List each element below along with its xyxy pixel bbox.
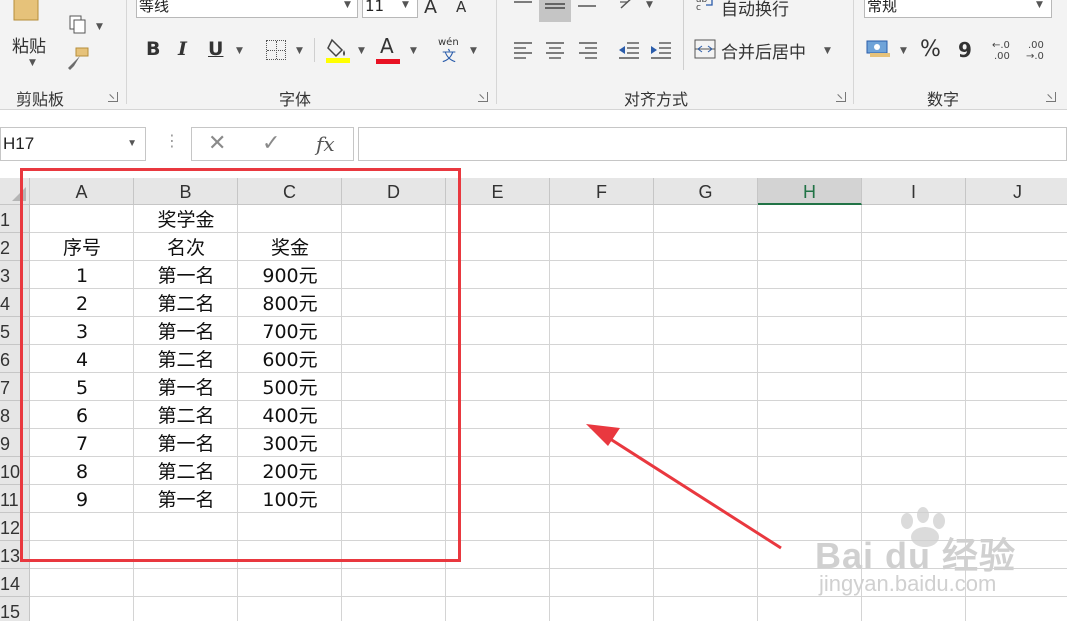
align-top-icon[interactable] — [512, 0, 534, 12]
clipboard-launcher-icon[interactable] — [108, 92, 118, 102]
paste-dropdown-icon[interactable]: ▼ — [29, 58, 36, 68]
shrink-font-button[interactable]: A — [456, 0, 466, 16]
accounting-dropdown-icon[interactable]: ▼ — [900, 46, 907, 56]
watermark-url: jingyan.baidu.com — [819, 571, 997, 596]
percent-button[interactable]: % — [920, 37, 941, 62]
name-box-dropdown-icon[interactable]: ▼ — [127, 128, 137, 160]
name-box[interactable]: H17 ▼ — [0, 127, 146, 161]
merge-center-button[interactable]: 合并后居中 — [721, 38, 806, 63]
gridline — [549, 205, 550, 621]
increase-decimal-icon[interactable]: ←.0.00 — [990, 38, 1018, 62]
decrease-indent-icon[interactable] — [617, 40, 641, 60]
phonetic-dropdown-icon[interactable]: ▼ — [470, 46, 477, 56]
row-header-15[interactable]: 15 — [0, 597, 30, 621]
column-header-g[interactable]: G — [654, 178, 758, 205]
font-color-dropdown-icon[interactable]: ▼ — [410, 46, 417, 56]
font-launcher-icon[interactable] — [478, 92, 488, 102]
font-name-select[interactable]: 等线 — [136, 0, 358, 18]
separator — [314, 38, 315, 62]
clipboard-group-label: 剪贴板 — [16, 90, 65, 109]
orientation-icon[interactable] — [618, 0, 640, 12]
watermark: Bai du 经验 jingyan.baidu.com — [815, 505, 1015, 605]
separator — [683, 0, 684, 70]
orientation-dropdown-icon[interactable]: ▼ — [646, 0, 653, 10]
row-header-14[interactable]: 14 — [0, 569, 30, 597]
column-header-i[interactable]: I — [862, 178, 966, 205]
comma-button[interactable]: 9 — [958, 38, 972, 62]
fill-color-dropdown-icon[interactable]: ▼ — [358, 46, 365, 56]
svg-text:←.0: ←.0 — [992, 40, 1010, 51]
group-divider — [496, 0, 497, 104]
paste-button[interactable]: 粘贴 — [12, 32, 46, 57]
number-launcher-icon[interactable] — [1046, 92, 1056, 102]
copy-dropdown-icon[interactable]: ▼ — [96, 22, 103, 32]
align-bottom-icon[interactable] — [576, 0, 598, 12]
alignment-group-label: 对齐方式 — [624, 90, 689, 109]
gridline — [757, 205, 758, 621]
border-dropdown-icon[interactable]: ▼ — [296, 46, 303, 56]
wrap-text-button[interactable]: 自动换行 — [721, 0, 789, 20]
number-format-select[interactable]: 常规 — [864, 0, 1052, 18]
name-box-value: H17 — [3, 134, 35, 153]
align-center-icon[interactable] — [544, 40, 566, 60]
insert-function-button[interactable]: fx — [316, 132, 335, 156]
column-header-h[interactable]: H — [758, 178, 862, 205]
enter-edit-button[interactable]: ✓ — [262, 131, 280, 156]
svg-text:c: c — [696, 3, 701, 12]
grow-font-button[interactable]: A — [424, 0, 437, 18]
bold-button[interactable]: B — [146, 38, 160, 60]
fill-color-icon[interactable] — [326, 36, 350, 64]
phonetic-button[interactable]: 文 — [442, 46, 456, 66]
italic-button[interactable]: I — [178, 38, 187, 60]
align-right-icon[interactable] — [577, 40, 599, 60]
svg-text:→.0: →.0 — [1026, 51, 1044, 62]
font-size-dropdown-icon[interactable]: ▼ — [402, 0, 409, 10]
wrap-text-icon[interactable]: ab c — [696, 0, 716, 13]
underline-dropdown-icon[interactable]: ▼ — [236, 46, 243, 56]
increase-indent-icon[interactable] — [649, 40, 673, 60]
gridline — [653, 205, 654, 621]
svg-text:.00: .00 — [994, 51, 1010, 62]
ribbon: 粘贴 ▼ ▼ 剪贴板 等线 ▼ 11 ▼ A A B I U ▼ ▼ ▼ A ▼… — [0, 0, 1067, 110]
formula-bar-resize-handle[interactable]: ⋮ — [164, 131, 180, 150]
merge-center-dropdown-icon[interactable]: ▼ — [824, 46, 831, 56]
number-group-label: 数字 — [927, 90, 960, 109]
font-color-button[interactable]: A — [380, 34, 394, 58]
align-middle-icon[interactable] — [539, 0, 571, 22]
format-painter-icon[interactable] — [66, 46, 90, 72]
merge-center-icon[interactable] — [694, 38, 716, 60]
alignment-launcher-icon[interactable] — [836, 92, 846, 102]
font-name-dropdown-icon[interactable]: ▼ — [344, 0, 351, 10]
svg-text:.00: .00 — [1028, 40, 1044, 51]
font-color-bar — [376, 59, 400, 64]
formula-input[interactable] — [358, 127, 1067, 161]
column-header-f[interactable]: F — [550, 178, 654, 205]
group-divider — [126, 0, 127, 104]
group-divider — [853, 0, 854, 104]
formula-bar: H17 ▼ ⋮ ✕ ✓ fx — [0, 123, 1067, 163]
column-header-e[interactable]: E — [446, 178, 550, 205]
underline-button[interactable]: U — [208, 38, 223, 60]
copy-icon[interactable] — [66, 14, 88, 36]
number-format-dropdown-icon[interactable]: ▼ — [1036, 0, 1043, 10]
font-group-label: 字体 — [279, 90, 312, 109]
highlight-box — [20, 168, 461, 562]
cancel-edit-button[interactable]: ✕ — [208, 131, 226, 156]
border-icon[interactable] — [266, 40, 286, 60]
font-size-select[interactable]: 11 — [362, 0, 418, 18]
formula-buttons: ✕ ✓ fx — [191, 127, 354, 161]
column-header-j[interactable]: J — [966, 178, 1067, 205]
decrease-decimal-icon[interactable]: .00 →.0 — [1026, 38, 1054, 62]
paste-icon[interactable] — [12, 0, 42, 24]
accounting-format-icon[interactable] — [866, 38, 892, 62]
align-left-icon[interactable] — [512, 40, 534, 60]
